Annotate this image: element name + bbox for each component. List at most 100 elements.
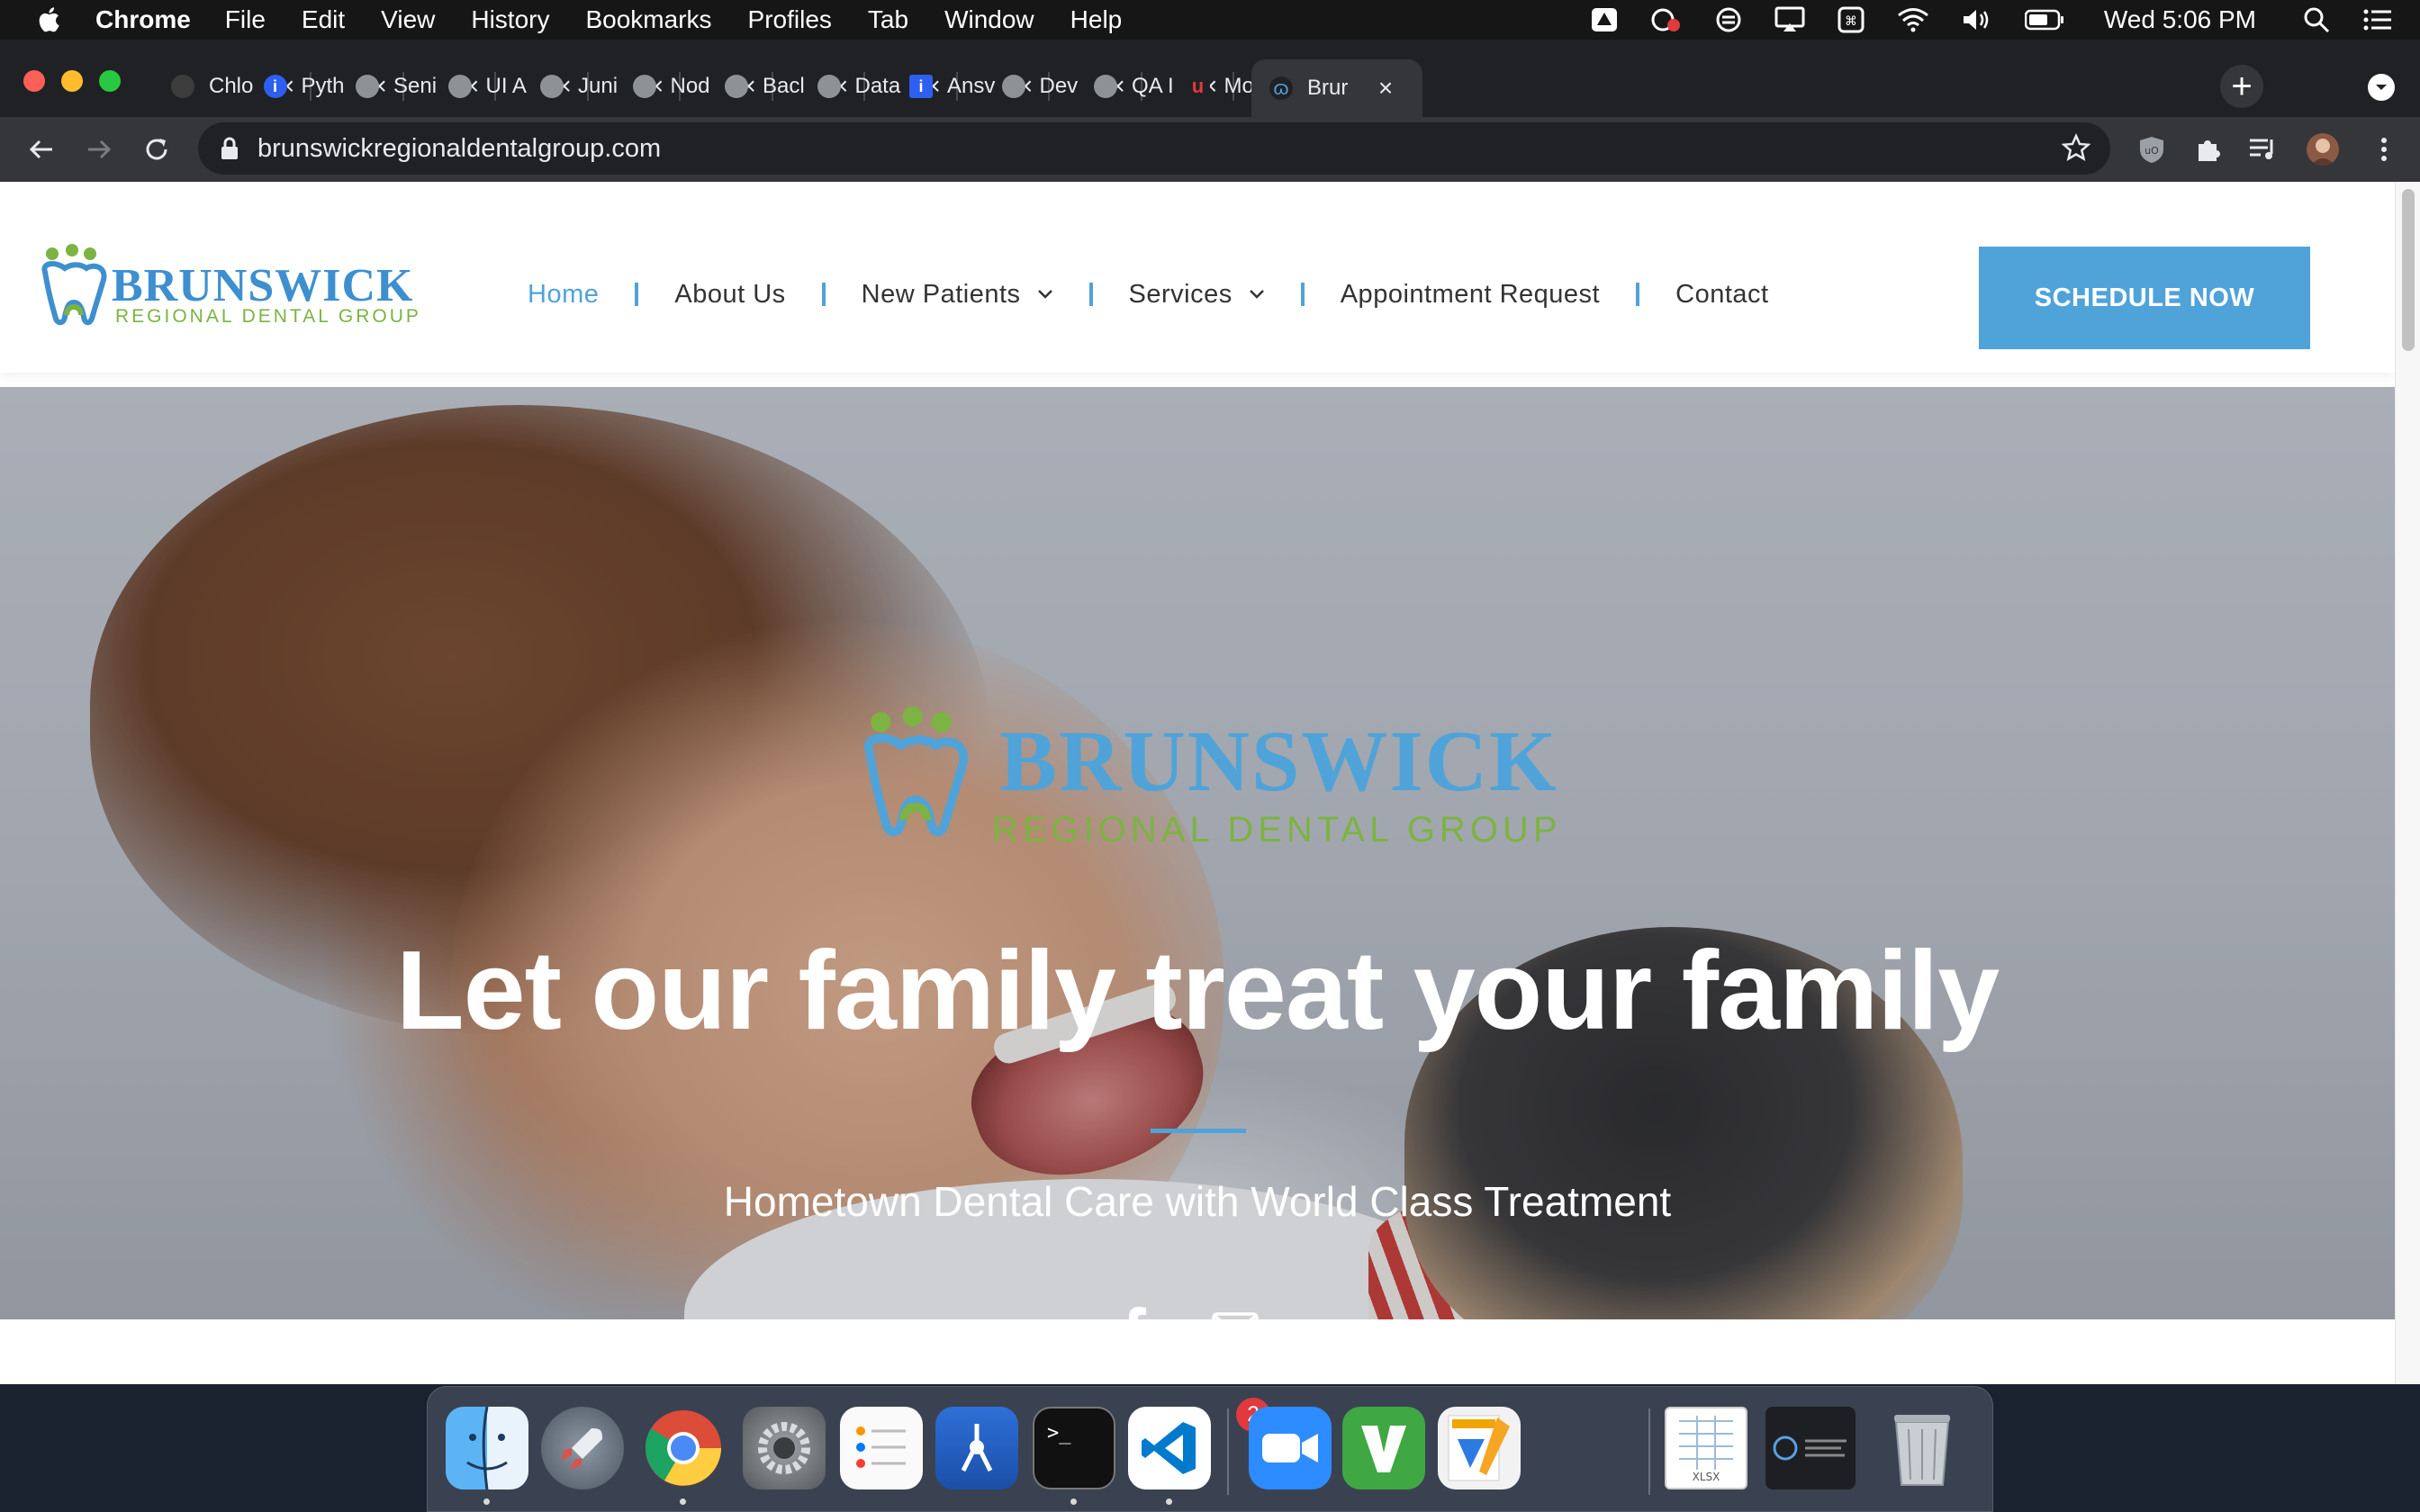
nav-divider [1300, 283, 1305, 306]
macos-dock: 2 >_ XLSX [427, 1386, 1993, 1512]
tooth-icon: ɷ [1269, 76, 1293, 100]
lock-icon[interactable] [220, 136, 239, 166]
bookmark-star-icon[interactable] [2061, 132, 2091, 166]
menu-view[interactable]: View [381, 5, 435, 34]
facebook-icon[interactable] [1109, 1305, 1160, 1319]
xlsx-label: XLSX [1693, 1471, 1720, 1483]
reload-button[interactable] [139, 131, 175, 167]
schedule-now-button[interactable]: SCHEDULE NOW [1979, 247, 2310, 349]
nav-services-label: Services [1128, 279, 1233, 309]
nav-services[interactable]: Services [1129, 280, 1265, 310]
keyboard-shortcut-icon[interactable]: ⌘ [1838, 6, 1865, 33]
hero-logo: BRUNSWICK REGIONAL DENTAL GROUP [846, 706, 1558, 855]
address-bar-url[interactable]: brunswickregionaldentalgroup.com [257, 134, 661, 164]
vscode-app-icon[interactable] [1128, 1407, 1211, 1490]
menu-help[interactable]: Help [1070, 5, 1123, 34]
menu-app-name[interactable]: Chrome [95, 5, 191, 34]
ublock-extension-icon[interactable]: uO [2136, 133, 2168, 166]
scrollbar-thumb[interactable] [2402, 189, 2415, 351]
tooth-logo-icon [41, 244, 107, 326]
reading-list-icon[interactable] [2247, 133, 2280, 166]
hero-divider [1151, 1129, 1246, 1133]
system-preferences-gear-icon[interactable] [743, 1407, 826, 1490]
browser-tab[interactable]: ɷ Brur × [1251, 59, 1422, 117]
u-logo-icon: u [1186, 75, 1210, 98]
pages-app-icon[interactable] [1438, 1407, 1521, 1490]
browser-tab-title: Brur [1307, 76, 1349, 100]
menu-profiles[interactable]: Profiles [748, 5, 832, 34]
site-header: BRUNSWICK REGIONAL DENTAL GROUP Home Abo… [0, 182, 2395, 373]
back-button[interactable] [23, 131, 59, 167]
hero-logo-brand-text: BRUNSWICK [999, 713, 1558, 809]
wifi-icon[interactable] [1897, 7, 1929, 32]
zoom-app-icon[interactable] [1249, 1407, 1332, 1490]
menu-file[interactable]: File [225, 5, 266, 34]
forward-button[interactable] [81, 131, 117, 167]
volume-icon[interactable] [1962, 7, 1992, 32]
reminders-app-icon[interactable] [840, 1407, 923, 1490]
menu-clock[interactable]: Wed 5:06 PM [2104, 5, 2256, 34]
address-bar[interactable]: brunswickregionaldentalgroup.com [198, 122, 2110, 175]
tab-search-button[interactable] [2368, 74, 2395, 101]
vim-app-icon[interactable] [1342, 1407, 1425, 1490]
nav-divider [1088, 283, 1093, 306]
launchpad-rocket-icon[interactable] [541, 1407, 624, 1490]
screenshot-thumbnail-icon[interactable] [1765, 1407, 1856, 1490]
page-viewport: BRUNSWICK REGIONAL DENTAL GROUP Home Abo… [0, 182, 2420, 1384]
hero-title: Let our family treat your family [395, 929, 2000, 1053]
globe-icon [1001, 75, 1025, 98]
chrome-menu-icon[interactable] [2368, 133, 2400, 166]
apple-menu-icon[interactable] [36, 5, 65, 34]
menu-bookmarks[interactable]: Bookmarks [585, 5, 711, 34]
nav-new-patients[interactable]: New Patients [862, 280, 1053, 310]
instruments-app-icon[interactable] [935, 1407, 1018, 1490]
battery-icon[interactable] [2024, 9, 2064, 31]
nav-about-us[interactable]: About Us [674, 280, 785, 310]
numbers-document-icon[interactable]: XLSX [1665, 1407, 1747, 1490]
globe-icon [1094, 75, 1117, 98]
drive-icon[interactable] [1591, 7, 1618, 32]
spotlight-search-icon[interactable] [2303, 6, 2330, 33]
terminal-app-icon[interactable]: >_ [1033, 1407, 1115, 1490]
chevron-down-icon [1037, 290, 1052, 299]
control-center-icon[interactable] [2362, 7, 2393, 32]
dock-separator [1648, 1408, 1650, 1495]
profile-avatar[interactable] [2307, 133, 2339, 166]
hero-logo-subtitle-text: REGIONAL DENTAL GROUP [992, 810, 1562, 850]
menu-tab[interactable]: Tab [868, 5, 908, 34]
creative-cloud-icon[interactable] [1650, 6, 1683, 33]
hero-section: BRUNSWICK REGIONAL DENTAL GROUP Let our … [0, 387, 2395, 1319]
svg-text:>_: >_ [1047, 1422, 1071, 1444]
window-minimize-button[interactable] [61, 70, 83, 92]
nav-contact[interactable]: Contact [1675, 280, 1768, 310]
page-scrollbar[interactable] [2395, 182, 2420, 1384]
nav-divider [821, 283, 826, 306]
nav-divider [635, 283, 639, 306]
menu-extras: ⌘ Wed 5:06 PM [1575, 0, 2420, 40]
dock-separator [1227, 1408, 1229, 1495]
info-icon: i [263, 75, 287, 98]
menu-window[interactable]: Window [944, 5, 1034, 34]
nav-home[interactable]: Home [528, 280, 599, 310]
nav-appointment-request[interactable]: Appointment Request [1341, 280, 1600, 310]
airplay-icon[interactable] [1774, 6, 1805, 33]
vpn-icon[interactable] [1715, 6, 1742, 33]
menu-edit[interactable]: Edit [302, 5, 345, 34]
tab-close-icon[interactable]: × [1374, 74, 1397, 103]
globe-icon [725, 75, 748, 98]
finder-app-icon[interactable] [446, 1407, 528, 1490]
window-close-button[interactable] [23, 70, 45, 92]
nav-new-patients-label: New Patients [861, 279, 1021, 309]
extensions-puzzle-icon[interactable] [2191, 133, 2224, 166]
site-logo[interactable]: BRUNSWICK REGIONAL DENTAL GROUP [40, 241, 419, 331]
menu-history[interactable]: History [471, 5, 549, 34]
trash-icon[interactable] [1881, 1407, 1964, 1490]
running-indicator [680, 1498, 686, 1505]
globe-icon [447, 75, 472, 98]
chrome-app-icon[interactable] [642, 1407, 725, 1490]
tooth-logo-icon [863, 706, 968, 837]
email-envelope-icon[interactable] [1210, 1305, 1260, 1319]
globe-icon [356, 75, 379, 98]
window-zoom-button[interactable] [99, 70, 121, 92]
new-tab-button[interactable]: + [2220, 65, 2263, 108]
